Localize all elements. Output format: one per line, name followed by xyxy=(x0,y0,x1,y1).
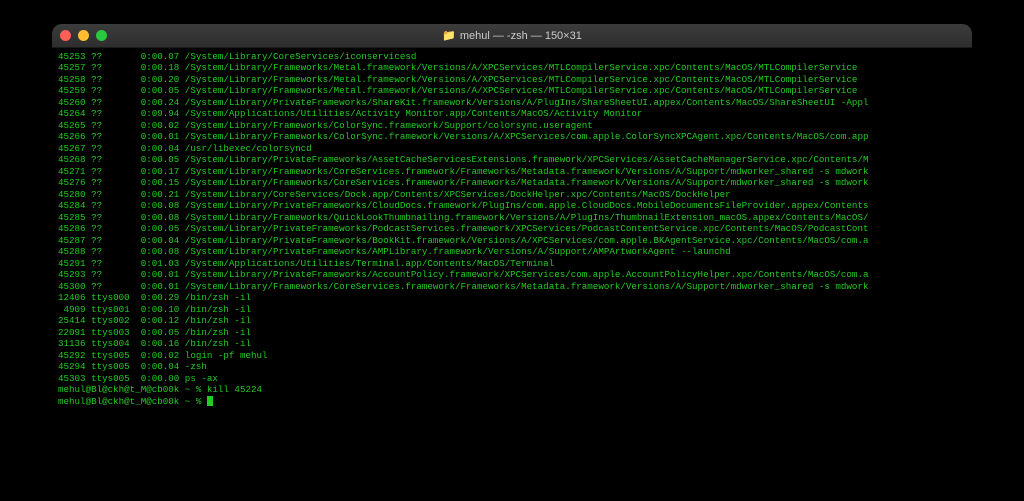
ps-row: 45260 ?? 0:00.24 /System/Library/Private… xyxy=(58,97,966,109)
cursor xyxy=(207,396,213,406)
prompt-line: mehul@Bl@ckh@t_M@cb00k ~ % kill 45224 xyxy=(58,384,966,396)
ps-row: 45291 ?? 0:01.03 /System/Applications/Ut… xyxy=(58,258,966,270)
ps-row: 45264 ?? 0:09.94 /System/Applications/Ut… xyxy=(58,108,966,120)
traffic-lights xyxy=(60,30,107,41)
ps-row: 25414 ttys002 0:00.12 /bin/zsh -il xyxy=(58,315,966,327)
ps-row: 45276 ?? 0:00.15 /System/Library/Framewo… xyxy=(58,177,966,189)
ps-row: 45303 ttys005 0:00.00 ps -ax xyxy=(58,373,966,385)
ps-row: 12406 ttys000 0:00.29 /bin/zsh -il xyxy=(58,292,966,304)
ps-row: 45294 ttys005 0:00.04 -zsh xyxy=(58,361,966,373)
terminal-window: 📁 mehul — -zsh — 150×31 45253 ?? 0:00.07 … xyxy=(52,24,972,478)
ps-row: 45300 ?? 0:00.01 /System/Library/Framewo… xyxy=(58,281,966,293)
ps-row: 45286 ?? 0:00.05 /System/Library/Private… xyxy=(58,223,966,235)
ps-row: 45266 ?? 0:00.01 /System/Library/Framewo… xyxy=(58,131,966,143)
window-title: 📁 mehul — -zsh — 150×31 xyxy=(52,29,972,42)
ps-row: 45284 ?? 0:00.08 /System/Library/Private… xyxy=(58,200,966,212)
ps-row: 45271 ?? 0:00.17 /System/Library/Framewo… xyxy=(58,166,966,178)
ps-row: 45268 ?? 0:00.05 /System/Library/Private… xyxy=(58,154,966,166)
close-button[interactable] xyxy=(60,30,71,41)
ps-row: 45265 ?? 0:00.02 /System/Library/Framewo… xyxy=(58,120,966,132)
ps-row: 45293 ?? 0:00.01 /System/Library/Private… xyxy=(58,269,966,281)
folder-icon: 📁 xyxy=(442,30,456,42)
ps-row: 45287 ?? 0:00.04 /System/Library/Private… xyxy=(58,235,966,247)
zoom-button[interactable] xyxy=(96,30,107,41)
ps-row: 45258 ?? 0:00.20 /System/Library/Framewo… xyxy=(58,74,966,86)
ps-row: 45285 ?? 0:00.08 /System/Library/Framewo… xyxy=(58,212,966,224)
window-title-text: mehul — -zsh — 150×31 xyxy=(460,30,582,42)
ps-row: 45253 ?? 0:00.07 /System/Library/CoreSer… xyxy=(58,51,966,63)
ps-row: 45257 ?? 0:00.18 /System/Library/Framewo… xyxy=(58,62,966,74)
ps-row: 31136 ttys004 0:00.16 /bin/zsh -il xyxy=(58,338,966,350)
titlebar[interactable]: 📁 mehul — -zsh — 150×31 xyxy=(52,24,972,48)
ps-row: 45280 ?? 0:00.21 /System/Library/CoreSer… xyxy=(58,189,966,201)
ps-row: 22091 ttys003 0:00.05 /bin/zsh -il xyxy=(58,327,966,339)
ps-row: 45267 ?? 0:00.04 /usr/libexec/colorsyncd xyxy=(58,143,966,155)
minimize-button[interactable] xyxy=(78,30,89,41)
ps-row: 45292 ttys005 0:00.02 login -pf mehul xyxy=(58,350,966,362)
ps-row: 4909 ttys001 0:00.10 /bin/zsh -il xyxy=(58,304,966,316)
prompt-current[interactable]: mehul@Bl@ckh@t_M@cb00k ~ % xyxy=(58,396,966,408)
terminal-content[interactable]: 45253 ?? 0:00.07 /System/Library/CoreSer… xyxy=(52,48,972,478)
ps-row: 45288 ?? 0:00.08 /System/Library/Private… xyxy=(58,246,966,258)
ps-row: 45259 ?? 0:00.05 /System/Library/Framewo… xyxy=(58,85,966,97)
